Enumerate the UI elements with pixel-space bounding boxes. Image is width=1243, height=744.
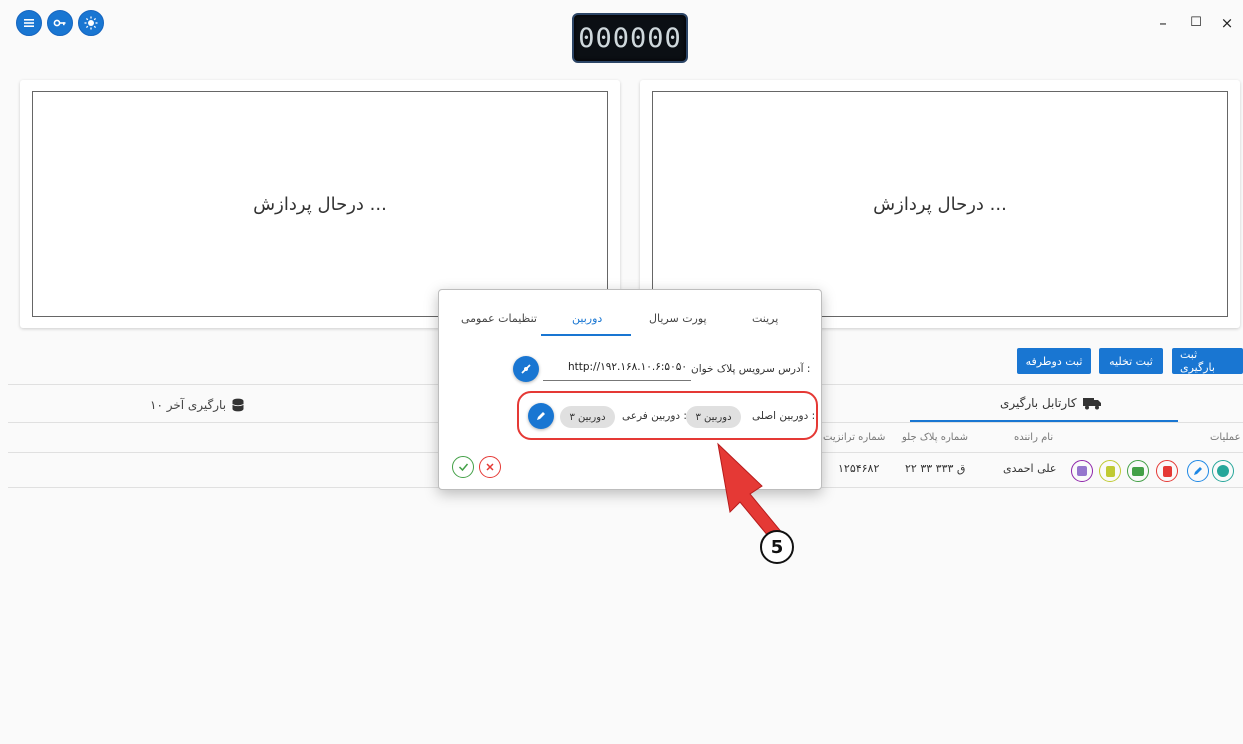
database-icon bbox=[232, 398, 244, 412]
tab-serial-port[interactable]: پورت سریال bbox=[649, 312, 707, 325]
truck-small-icon bbox=[1132, 466, 1144, 476]
pencil-icon bbox=[1194, 467, 1202, 475]
delete-button[interactable] bbox=[1156, 460, 1178, 482]
close-icon bbox=[486, 463, 494, 471]
column-operations: عملیات bbox=[1210, 432, 1241, 443]
column-driver: نام راننده bbox=[1014, 432, 1054, 443]
tab-recent-loadings[interactable]: ۱۰ بارگیری آخر bbox=[150, 398, 244, 412]
right-camera-view: درحال پردازش ... bbox=[652, 91, 1228, 317]
main-camera-label: دوربین اصلی : bbox=[752, 410, 816, 422]
confirm-button[interactable] bbox=[452, 456, 474, 478]
document-icon bbox=[1105, 465, 1115, 477]
register-loading-button[interactable]: ثبت بارگیری bbox=[1172, 348, 1243, 374]
pencil-icon bbox=[537, 412, 545, 420]
tab-recent-label: ۱۰ بارگیری آخر bbox=[150, 398, 227, 412]
bucket-icon bbox=[1077, 466, 1087, 476]
check-icon bbox=[458, 463, 468, 472]
column-front-plate: شماره پلاک جلو bbox=[902, 432, 968, 443]
key-icon bbox=[53, 19, 66, 27]
row-transit: ۱۲۵۴۶۸۲ bbox=[838, 462, 880, 475]
test-connection-button[interactable] bbox=[513, 356, 539, 382]
key-button[interactable] bbox=[47, 10, 73, 36]
plug-icon bbox=[521, 364, 531, 374]
menu-icon bbox=[24, 19, 34, 27]
column-transit: شماره ترانزیت bbox=[823, 432, 886, 443]
edit-camera-button[interactable] bbox=[528, 403, 554, 429]
theme-button[interactable] bbox=[78, 10, 104, 36]
tab-camera[interactable]: دوربین bbox=[572, 312, 602, 325]
sub-camera-chip[interactable]: دوربین ۳ bbox=[560, 406, 615, 428]
minimize-button[interactable]: – bbox=[1153, 14, 1173, 32]
main-camera-chip[interactable]: دوربین ۳ bbox=[686, 406, 741, 428]
right-camera-status: درحال پردازش ... bbox=[873, 193, 1007, 215]
maximize-button[interactable]: ☐ bbox=[1186, 15, 1206, 30]
plate-counter-display: 000000 bbox=[572, 13, 688, 63]
info-icon bbox=[1217, 465, 1229, 477]
left-camera-status: درحال پردازش ... bbox=[253, 193, 387, 215]
sub-camera-label: دوربین فرعی : bbox=[622, 410, 687, 422]
service-address-input[interactable]: http://۱۹۲.۱۶۸.۱۰.۶:۵۰۵۰ bbox=[543, 361, 691, 381]
document-button[interactable] bbox=[1099, 460, 1121, 482]
truck-icon bbox=[1082, 398, 1101, 410]
left-camera-view: درحال پردازش ... bbox=[32, 91, 608, 317]
register-unloading-button[interactable]: ثبت تخلیه bbox=[1099, 348, 1163, 374]
archive-button[interactable] bbox=[1071, 460, 1093, 482]
tab-cartable-label: کارتابل بارگیری bbox=[1000, 396, 1077, 410]
camera-tab-indicator bbox=[541, 334, 631, 336]
service-address-label: آدرس سرویس پلاک خوان : bbox=[691, 363, 811, 375]
step-number-badge: 5 bbox=[760, 530, 794, 564]
tab-cartable[interactable]: کارتابل بارگیری bbox=[1000, 396, 1101, 410]
truck-action-button[interactable] bbox=[1127, 460, 1149, 482]
row-front-plate: ۲۲ ق ۳۳۳ ۳۳ bbox=[905, 462, 966, 475]
cancel-button[interactable] bbox=[479, 456, 501, 478]
register-two-way-button[interactable]: ثبت دوطرفه bbox=[1017, 348, 1091, 374]
menu-button[interactable] bbox=[16, 10, 42, 36]
close-button[interactable]: × bbox=[1217, 14, 1237, 32]
edit-row-button[interactable] bbox=[1187, 460, 1209, 482]
tab-print[interactable]: پرینت bbox=[752, 312, 778, 325]
tab-general-settings[interactable]: تنظیمات عمومی bbox=[461, 312, 537, 325]
info-button[interactable] bbox=[1212, 460, 1234, 482]
brightness-icon bbox=[84, 16, 98, 30]
trash-icon bbox=[1162, 465, 1172, 477]
row-driver: علی احمدی bbox=[1003, 462, 1057, 475]
